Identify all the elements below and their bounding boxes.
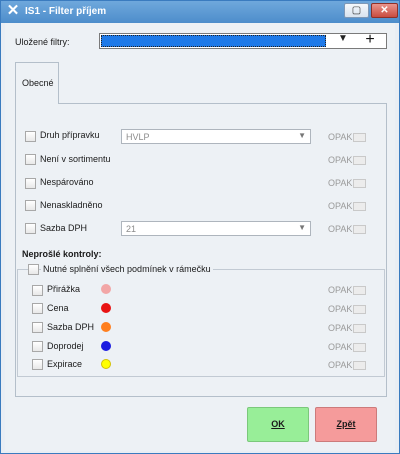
restore-button[interactable]: ▢ bbox=[344, 3, 369, 18]
opak-toggle[interactable] bbox=[353, 324, 366, 333]
opak-label: OPAK bbox=[328, 155, 353, 165]
nenaskladneno-label: Nenaskladněno bbox=[40, 200, 103, 210]
filter-window: ✕ IS1 - Filter příjem ▢ ✕ Uložené filtry… bbox=[0, 0, 400, 454]
nesparovano-checkbox[interactable] bbox=[25, 178, 36, 189]
tab-obecne[interactable]: Obecné bbox=[15, 62, 59, 104]
title-bar[interactable]: ✕ IS1 - Filter příjem ▢ ✕ bbox=[1, 1, 399, 23]
sazba-dph-checkbox[interactable] bbox=[25, 223, 36, 234]
sazba-dph-label: Sazba DPH bbox=[40, 223, 88, 233]
saved-filters-value[interactable] bbox=[101, 35, 326, 47]
opak-toggle[interactable] bbox=[353, 133, 366, 142]
ok-button[interactable]: OK bbox=[247, 407, 309, 442]
expirace-label: Expirace bbox=[47, 359, 83, 369]
dialog-content: Uložené filtry: ▼ + Obecné Druh přípravk… bbox=[5, 23, 395, 451]
nesparovano-label: Nespárováno bbox=[40, 177, 94, 187]
opak-label: OPAK bbox=[328, 342, 353, 352]
opak-label: OPAK bbox=[328, 304, 353, 314]
opak-toggle[interactable] bbox=[353, 361, 366, 370]
opak-label: OPAK bbox=[328, 224, 353, 234]
sazba-dph-value: 21 bbox=[126, 224, 137, 234]
opak-label: OPAK bbox=[328, 323, 353, 333]
sazba-dph-check-label: Sazba DPH bbox=[47, 322, 95, 332]
druh-pripravku-value: HVLP bbox=[126, 132, 150, 142]
prirazka-label: Přirážka bbox=[47, 284, 81, 294]
opak-toggle[interactable] bbox=[353, 343, 366, 352]
opak-toggle[interactable] bbox=[353, 179, 366, 188]
opak-toggle[interactable] bbox=[353, 305, 366, 314]
opak-label: OPAK bbox=[328, 360, 353, 370]
opak-label: OPAK bbox=[328, 178, 353, 188]
prirazka-color-dot bbox=[101, 284, 111, 294]
restore-icon: ▢ bbox=[351, 5, 362, 16]
opak-toggle[interactable] bbox=[353, 225, 366, 234]
nenaskladneno-checkbox[interactable] bbox=[25, 200, 36, 211]
opak-label: OPAK bbox=[328, 285, 353, 295]
sazba-dph-combo[interactable]: 21 ▼ bbox=[121, 221, 311, 236]
saved-filters-select[interactable]: ▼ + bbox=[99, 31, 387, 49]
opak-toggle[interactable] bbox=[353, 286, 366, 295]
back-button[interactable]: Zpět bbox=[315, 407, 377, 442]
opak-toggle[interactable] bbox=[353, 202, 366, 211]
neni-v-sortimentu-label: Není v sortimentu bbox=[40, 154, 111, 164]
failed-checks-heading: Neprošlé kontroly: bbox=[22, 249, 102, 259]
cena-color-dot bbox=[101, 303, 111, 313]
chevron-down-icon: ▼ bbox=[298, 131, 306, 140]
opak-label: OPAK bbox=[328, 132, 353, 142]
opak-toggle[interactable] bbox=[353, 156, 366, 165]
expirace-color-dot bbox=[101, 359, 111, 369]
chevron-down-icon[interactable]: ▼ bbox=[336, 33, 350, 44]
sazba-dph-check-checkbox[interactable] bbox=[32, 322, 43, 333]
window-title: IS1 - Filter příjem bbox=[25, 6, 107, 17]
expirace-checkbox[interactable] bbox=[32, 359, 43, 370]
saved-filters-label: Uložené filtry: bbox=[15, 37, 70, 47]
app-x-icon: ✕ bbox=[6, 2, 20, 19]
cena-label: Cena bbox=[47, 303, 69, 313]
plus-icon[interactable]: + bbox=[362, 31, 378, 49]
opak-label: OPAK bbox=[328, 201, 353, 211]
doprodej-label: Doprodej bbox=[47, 341, 84, 351]
druh-pripravku-checkbox[interactable] bbox=[25, 131, 36, 142]
cena-checkbox[interactable] bbox=[32, 303, 43, 314]
doprodej-checkbox[interactable] bbox=[32, 341, 43, 352]
druh-pripravku-combo[interactable]: HVLP ▼ bbox=[121, 129, 311, 144]
druh-pripravku-label: Druh přípravku bbox=[40, 130, 100, 140]
sazba-dph-color-dot bbox=[101, 322, 111, 332]
close-button[interactable]: ✕ bbox=[371, 3, 398, 18]
close-icon: ✕ bbox=[380, 5, 389, 16]
all-conditions-label: Nutné splnění všech podmínek v rámečku bbox=[41, 264, 213, 274]
doprodej-color-dot bbox=[101, 341, 111, 351]
prirazka-checkbox[interactable] bbox=[32, 285, 43, 296]
neni-v-sortimentu-checkbox[interactable] bbox=[25, 154, 36, 165]
all-conditions-checkbox[interactable] bbox=[28, 264, 39, 275]
chevron-down-icon: ▼ bbox=[298, 223, 306, 232]
